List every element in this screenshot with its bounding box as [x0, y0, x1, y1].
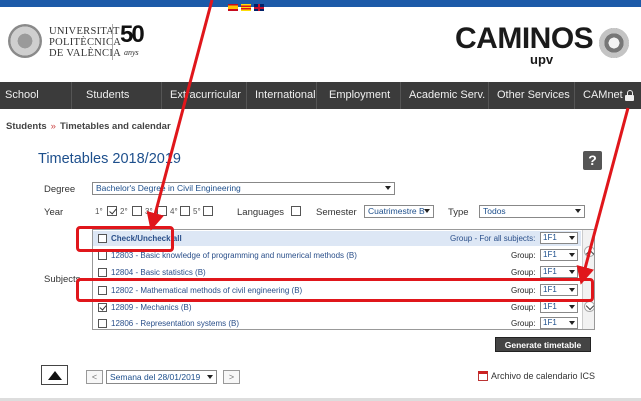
subject-label[interactable]: 12804 - Basic statistics (B)	[111, 268, 206, 277]
anniversary-logo: 50 anys	[120, 21, 145, 58]
languages-checkbox[interactable]	[291, 206, 301, 216]
lock-icon[interactable]	[625, 90, 634, 101]
group-all-label: Group - For all subjects:	[450, 234, 536, 243]
scroll-up-icon[interactable]	[584, 246, 594, 257]
nav-item-students[interactable]: Students	[72, 82, 162, 109]
year-4-checkbox[interactable]	[180, 206, 190, 216]
group-select[interactable]: 1F1	[540, 301, 578, 313]
annotation-box-subject-row	[76, 278, 594, 302]
breadcrumb-students[interactable]: Students	[6, 121, 47, 132]
logo-divider	[112, 24, 113, 60]
degree-select[interactable]: Bachelor's Degree in Civil Engineering	[92, 182, 395, 195]
year-2-checkbox[interactable]	[132, 206, 142, 216]
next-week-button[interactable]: >	[223, 370, 240, 384]
group-label: Group:	[511, 303, 536, 312]
year-label: Year	[44, 207, 64, 218]
chevron-down-icon	[569, 236, 575, 240]
nav-item-extracurricular[interactable]: Extracurricular	[162, 82, 247, 109]
year-1-checkbox[interactable]	[107, 206, 117, 216]
subject-label[interactable]: 12809 - Mechanics (B)	[111, 303, 191, 312]
nav-item-school[interactable]: School	[0, 82, 72, 109]
scroll-top-button[interactable]	[41, 365, 68, 385]
semester-select[interactable]: Cuatrimestre B	[364, 205, 434, 218]
generate-timetable-button[interactable]: Generate timetable	[495, 337, 591, 352]
breadcrumb: Students» Timetables and calendar	[6, 121, 171, 132]
school-brand-logo[interactable]: CAMINOS	[455, 24, 594, 54]
subject-checkbox[interactable]	[98, 303, 107, 312]
english-flag-icon[interactable]	[254, 4, 264, 11]
page-title: Timetables 2018/2019	[38, 151, 181, 167]
nav-item-international[interactable]: International	[247, 82, 317, 109]
group-select[interactable]: 1F1	[540, 249, 578, 261]
subject-label[interactable]: 12806 - Representation systems (B)	[111, 319, 239, 328]
nav-item-academic-services[interactable]: Academic Serv.	[401, 82, 489, 109]
chevron-down-icon	[207, 375, 213, 379]
chevron-down-icon	[569, 253, 575, 257]
university-name: UNIVERSITAT POLITÈCNICA DE VALÈNCIA	[49, 26, 122, 59]
subject-checkbox[interactable]	[98, 251, 107, 260]
group-label: Group:	[511, 319, 536, 328]
year-5-checkbox[interactable]	[203, 206, 213, 216]
chevron-down-icon	[569, 270, 575, 274]
nav-item-employment[interactable]: Employment	[317, 82, 401, 109]
chevron-down-icon	[424, 209, 430, 213]
week-select[interactable]: Semana del 28/01/2019	[106, 370, 217, 384]
subjects-label: Subjects	[44, 274, 81, 285]
chevron-down-icon	[569, 305, 575, 309]
subject-checkbox[interactable]	[98, 268, 107, 277]
chevron-down-icon	[569, 321, 575, 325]
annotation-box-check-all	[76, 226, 174, 252]
languages-label: Languages	[237, 207, 285, 218]
scroll-down-icon[interactable]	[584, 301, 594, 312]
nav-item-camnet[interactable]: CAMnet	[575, 82, 625, 109]
year-3-checkbox[interactable]	[157, 206, 167, 216]
breadcrumb-current: Timetables and calendar	[59, 121, 171, 132]
prev-week-button[interactable]: <	[86, 370, 103, 384]
language-selector	[228, 4, 264, 11]
subject-label[interactable]: 12803 - Basic knowledge of programming a…	[111, 251, 357, 260]
type-select[interactable]: Todos	[479, 205, 585, 218]
ics-calendar-link[interactable]: Archivo de calendario ICS	[491, 371, 595, 381]
header-top-bar	[0, 0, 641, 7]
group-select[interactable]: 1F1	[540, 317, 578, 329]
group-select[interactable]: 1F1	[540, 266, 578, 278]
degree-label: Degree	[44, 184, 76, 195]
group-label: Group:	[511, 268, 536, 277]
spanish-flag-icon[interactable]	[228, 4, 238, 11]
subject-checkbox[interactable]	[98, 319, 107, 328]
school-emblem-icon	[599, 28, 629, 58]
calendar-icon	[478, 371, 488, 381]
nav-item-other-services[interactable]: Other Services	[489, 82, 575, 109]
upv-logo-icon[interactable]	[8, 24, 42, 58]
semester-label: Semester	[316, 207, 357, 218]
subject-row: 12809 - Mechanics (B) Group: 1F1	[93, 300, 581, 315]
group-all-select[interactable]: 1F1	[540, 232, 578, 244]
type-label: Type	[448, 207, 469, 218]
chevron-down-icon	[385, 186, 391, 190]
school-brand-sub: upv	[530, 52, 554, 67]
chevron-down-icon	[575, 209, 581, 213]
group-label: Group:	[511, 251, 536, 260]
breadcrumb-separator: »	[50, 121, 56, 132]
subject-row: 12806 - Representation systems (B) Group…	[93, 316, 581, 329]
site-header: UNIVERSITAT POLITÈCNICA DE VALÈNCIA 50 a…	[0, 0, 641, 80]
valencian-flag-icon[interactable]	[241, 4, 251, 11]
help-icon[interactable]: ?	[583, 151, 602, 170]
main-nav: School Students Extracurricular Internat…	[0, 82, 641, 109]
